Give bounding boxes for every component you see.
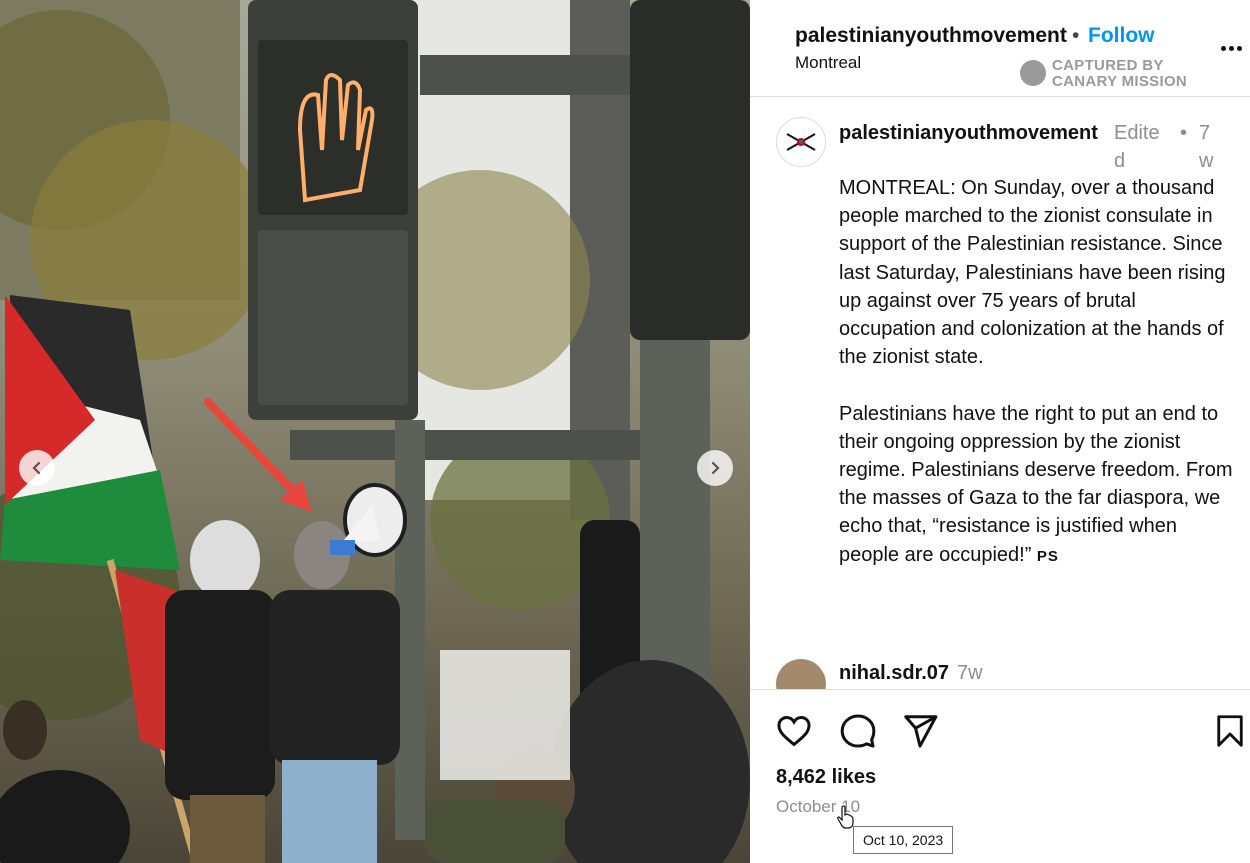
canary-mission-watermark: CAPTURED BY CANARY MISSION [1020,57,1190,91]
date-tooltip: Oct 10, 2023 [853,826,954,854]
watermark-line-1: CAPTURED BY [1052,57,1164,74]
more-options-button[interactable] [1216,36,1246,56]
canary-mission-logo-icon [1020,60,1046,86]
caption-paragraph-2: Palestinians have the right to put an en… [839,402,1233,566]
more-options-icon [1219,39,1243,54]
caption-paragraph-1: MONTREAL: On Sunday, over a thousand peo… [839,177,1226,369]
chevron-left-icon [32,461,41,475]
bookmark-icon [1217,715,1243,747]
post-author-username[interactable]: palestinianyouthmovement [795,24,1067,48]
likes-count[interactable]: 8,462 likes [776,766,876,789]
save-button[interactable] [1210,712,1250,752]
post-photo [0,0,750,863]
caption-separator: • [1180,122,1188,144]
edited-label: Edited [1114,122,1160,172]
prev-photo-button[interactable] [19,450,55,486]
watermark-line-2: CANARY MISSION [1052,73,1188,90]
caption-time: 7w [1199,122,1214,172]
author-avatar[interactable] [776,117,826,167]
action-bar: 8,462 likes October 10 Oct 10, 2023 [750,689,1250,863]
post-header: palestinianyouthmovement • Follow Montre… [750,0,1250,97]
post-location[interactable]: Montreal [795,53,861,73]
protest-photo-illustration [0,0,750,863]
caption-text: MONTREAL: On Sunday, over a thousand peo… [839,174,1234,599]
caption-username[interactable]: palestinianyouthmovement [839,119,1107,147]
comment-bubble-icon [840,714,876,748]
chevron-right-icon [711,461,720,475]
follow-button[interactable]: Follow [1088,24,1155,48]
comment-button[interactable] [838,712,878,752]
paper-plane-icon [904,715,938,748]
heart-icon [777,716,811,747]
share-button[interactable] [900,712,940,752]
comment-avatar[interactable] [776,659,826,689]
header-separator: • [1072,24,1080,47]
caption-signature: PS [1036,547,1059,565]
post-side-panel: palestinianyouthmovement • Follow Montre… [750,0,1250,863]
pym-logo-icon [786,133,816,151]
comment-time: 7w [957,662,983,684]
next-photo-button[interactable] [697,450,733,486]
caption-section: palestinianyouthmovement Edited • 7w MON… [750,97,1250,689]
comment-username[interactable]: nihal.sdr.07 [839,662,949,685]
like-button[interactable] [774,712,814,752]
